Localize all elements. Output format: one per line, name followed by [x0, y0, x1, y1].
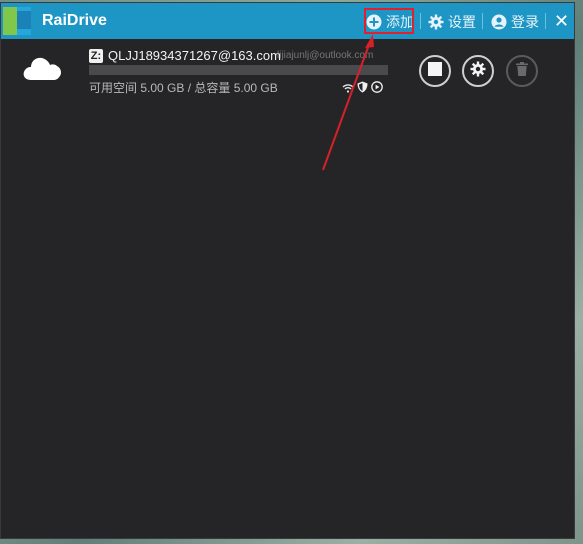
drive-list: Z: QLJJ18934371267@163.com lijiajunlj@ou… — [1, 39, 574, 538]
wifi-icon — [342, 80, 354, 98]
storage-usage-bar — [89, 65, 388, 75]
cloud-icon — [21, 54, 63, 87]
raidrive-window: RaiDrive 添加 设置 登录 ✕ Z: QLJJ18934371267@1… — [0, 2, 575, 539]
raidrive-logo — [3, 7, 31, 35]
annotation-highlight-box — [364, 8, 414, 34]
toolbar-divider — [482, 13, 483, 29]
drive-settings-button[interactable] — [462, 55, 494, 87]
app-title: RaiDrive — [42, 12, 107, 29]
toolbar-divider — [420, 13, 421, 29]
disconnect-button[interactable] — [419, 55, 451, 87]
settings-label: 设置 — [448, 14, 476, 30]
close-button[interactable]: ✕ — [554, 11, 569, 31]
login-button[interactable]: 登录 — [491, 12, 539, 32]
shield-icon — [357, 80, 368, 98]
trash-icon — [516, 61, 528, 81]
storage-space-text: 可用空间 5.00 GB / 总容量 5.00 GB — [89, 81, 278, 95]
play-icon[interactable] — [371, 80, 383, 98]
account-email: lijiajunlj@outlook.com — [277, 50, 374, 61]
title-bar[interactable]: RaiDrive 添加 设置 登录 ✕ — [1, 3, 574, 39]
delete-drive-button[interactable] — [506, 55, 538, 87]
login-label: 登录 — [511, 14, 539, 30]
settings-button[interactable]: 设置 — [428, 12, 476, 32]
gear-icon — [428, 14, 444, 30]
stop-icon — [428, 61, 442, 81]
status-icons — [342, 80, 383, 98]
drive-letter-badge: Z: — [89, 49, 103, 63]
user-icon — [491, 14, 507, 30]
toolbar-divider — [545, 13, 546, 29]
drive-name: QLJJ18934371267@163.com — [108, 48, 281, 63]
gear-icon — [470, 61, 486, 82]
